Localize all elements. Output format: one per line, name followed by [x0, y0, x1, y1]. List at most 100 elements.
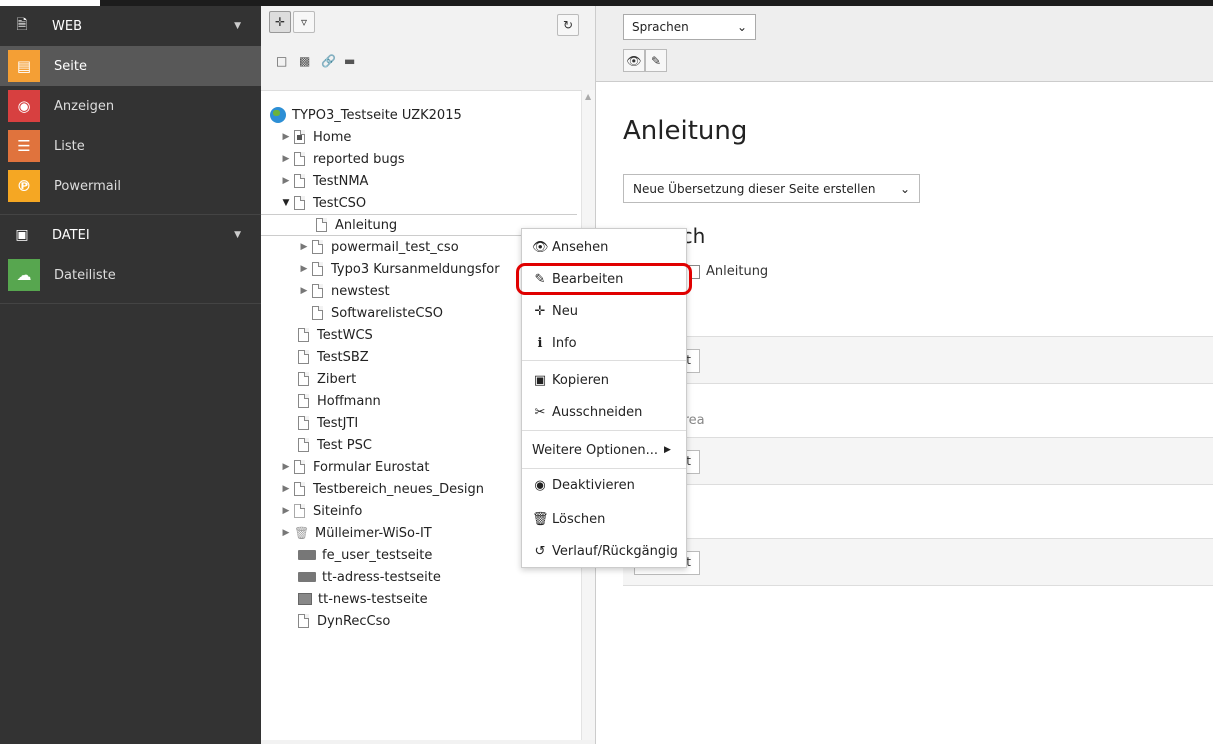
tree-node[interactable]: ▶ powermail_test_cso: [298, 236, 459, 258]
context-item-disable[interactable]: ◉ Deaktivieren: [522, 469, 686, 501]
tree-node[interactable]: TestSBZ: [298, 346, 369, 368]
page-icon: [298, 350, 309, 364]
column-body: + Inhalt: [623, 336, 1213, 384]
column-title: ContentArea: [623, 413, 1213, 437]
page-icon: [298, 614, 309, 628]
tree-node[interactable]: SoftwarelisteCSO: [312, 302, 443, 324]
info-icon: i: [537, 335, 543, 351]
column-media: Media + Inhalt: [623, 514, 1213, 586]
context-item-delete[interactable]: 🗑 Löschen: [522, 503, 686, 535]
tree-root[interactable]: TYPO3_Testseite UZK2015: [270, 104, 462, 126]
tree-node[interactable]: TestWCS: [298, 324, 373, 346]
expand-icon[interactable]: ▶: [280, 484, 292, 494]
module-item-anzeigen[interactable]: ◉ Anzeigen: [0, 86, 261, 126]
module-item-liste[interactable]: ☰ Liste: [0, 126, 261, 166]
tree-node[interactable]: ▶ Testbereich_neues_Design: [280, 478, 485, 500]
expand-icon[interactable]: ▶: [298, 242, 310, 252]
new-page-button[interactable]: ✛: [269, 11, 291, 33]
context-item-new[interactable]: ✛ Neu: [522, 295, 686, 327]
tree-node[interactable]: ▶ Formular Eurostat: [280, 456, 430, 478]
tree-node[interactable]: ▶ Siteinfo: [280, 500, 363, 522]
translation-select[interactable]: Neue Übersetzung dieser Seite erstellen ⌄: [623, 174, 920, 203]
tree-node[interactable]: tt-news-testseite: [298, 588, 428, 610]
tree-node[interactable]: tt-adress-testseite: [298, 566, 441, 588]
context-item-history[interactable]: ↺ Verlauf/Rückgängig: [522, 535, 686, 567]
link-icon[interactable]: 🔗: [321, 54, 336, 68]
scroll-up-icon[interactable]: ▲: [585, 92, 591, 101]
tree-node[interactable]: Zibert: [298, 368, 356, 390]
page-icon: [312, 306, 323, 320]
expand-icon[interactable]: ▶: [280, 462, 292, 472]
content-panel: Sprachen ⌄ 👁 ✎ Anleitung Neue Übersetzung…: [596, 6, 1213, 744]
folder-icon[interactable]: ▬: [344, 54, 355, 68]
tree-node[interactable]: ▶ Typo3 Kursanmeldungsfor: [298, 258, 500, 280]
refresh-button[interactable]: ↻: [557, 14, 579, 36]
context-item-copy[interactable]: ▣ Kopieren: [522, 364, 686, 396]
collapse-icon[interactable]: ▼: [280, 198, 292, 208]
page-label-row[interactable]: Anleitung: [689, 264, 768, 279]
module-item-seite[interactable]: ▤ Seite: [0, 46, 261, 86]
tree-node[interactable]: TestJTI: [298, 412, 358, 434]
shortcut-icon[interactable]: ▩: [299, 54, 310, 68]
scissors-icon: ✂: [534, 404, 546, 420]
module-item-powermail[interactable]: ℗ Powermail: [0, 166, 261, 206]
powermail-icon: ℗: [8, 170, 40, 202]
filter-button[interactable]: ▿: [293, 11, 315, 33]
tree-node[interactable]: Hoffmann: [298, 390, 381, 412]
context-item-view[interactable]: 👁 Ansehen: [522, 231, 686, 263]
page-icon: [298, 438, 309, 452]
tree-toolbar: ✛ ▿ ↻ □ ▩ 🔗 ▬: [261, 6, 595, 90]
highlight-annotation: [516, 263, 692, 295]
expand-icon[interactable]: ▶: [280, 176, 292, 186]
tree-node[interactable]: DynRecCso: [298, 610, 390, 632]
list-icon: ☰: [8, 130, 40, 162]
tree-node[interactable]: Test PSC: [298, 434, 372, 456]
page-icon: [298, 416, 309, 430]
module-group-web[interactable]: 🗎 WEB ▼: [0, 6, 261, 46]
page-icon: [294, 460, 305, 474]
tree-node[interactable]: ▶ 🗑 Mülleimer-WiSo-IT: [280, 522, 432, 544]
column-title: Media: [623, 514, 1213, 538]
page-icon: [298, 394, 309, 408]
page-icon[interactable]: □: [276, 54, 287, 68]
page-icon: [294, 152, 305, 166]
tree-node[interactable]: ▶ reported bugs: [280, 148, 405, 170]
toggle-icon: ◉: [534, 477, 546, 493]
tree-node[interactable]: ▶ Home: [280, 126, 352, 148]
caret-down-icon: ▼: [234, 230, 241, 240]
context-item-cut[interactable]: ✂ Ausschneiden: [522, 396, 686, 428]
folder-icon: [298, 550, 316, 560]
page-icon: [312, 240, 323, 254]
column-body: + Inhalt: [623, 538, 1213, 586]
module-item-dateiliste[interactable]: ☁ Dateiliste: [0, 255, 261, 295]
tree-node[interactable]: ▶ newstest: [298, 280, 390, 302]
history-icon: ↺: [534, 543, 546, 559]
folder-icon: [298, 572, 316, 582]
expand-icon[interactable]: ▶: [280, 132, 292, 142]
expand-icon[interactable]: ▶: [280, 506, 292, 516]
page-icon: [294, 174, 305, 188]
expand-icon[interactable]: ▶: [298, 264, 310, 274]
expand-icon[interactable]: ▶: [280, 154, 292, 164]
context-item-more-options[interactable]: Weitere Optionen... ▶: [522, 434, 686, 466]
module-group-datei[interactable]: ▣ DATEI ▼: [0, 215, 261, 255]
page-icon: [294, 196, 305, 210]
module-group-label: WEB: [52, 18, 82, 34]
tree-node[interactable]: ▼ TestCSO: [280, 192, 367, 214]
tree-node[interactable]: fe_user_testseite: [298, 544, 432, 566]
page-icon: [298, 372, 309, 386]
page-icon: [294, 504, 305, 518]
column-title: Content: [623, 312, 1213, 336]
expand-icon[interactable]: ▶: [280, 528, 292, 538]
chevron-down-icon: ⌄: [899, 181, 910, 196]
context-item-info[interactable]: i Info: [522, 327, 686, 359]
view-page-button[interactable]: 👁: [623, 49, 645, 72]
expand-icon[interactable]: ▶: [298, 286, 310, 296]
page-icon: [298, 328, 309, 342]
language-select[interactable]: Sprachen ⌄: [623, 14, 756, 40]
module-item-label: Liste: [54, 138, 85, 154]
chevron-down-icon: ⌄: [736, 20, 747, 34]
tree-node[interactable]: ▶ TestNMA: [280, 170, 369, 192]
edit-page-button[interactable]: ✎: [645, 49, 667, 72]
column-content: Content + Inhalt: [623, 312, 1213, 384]
